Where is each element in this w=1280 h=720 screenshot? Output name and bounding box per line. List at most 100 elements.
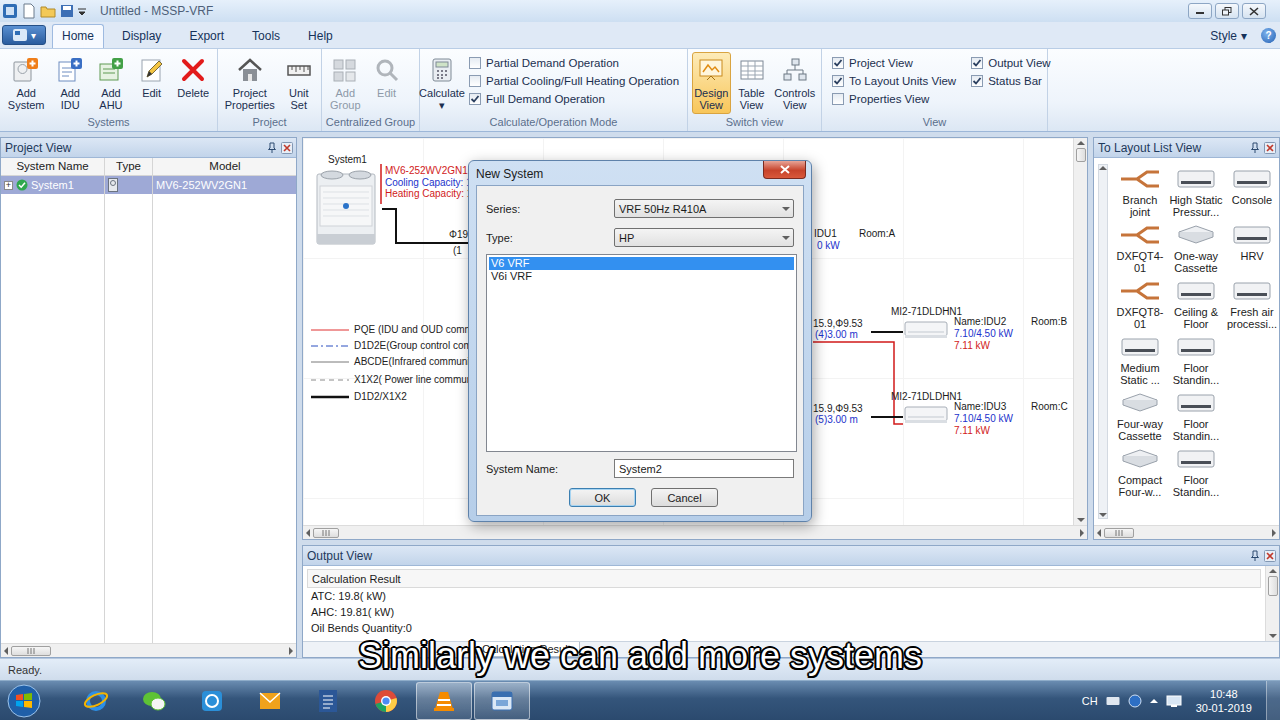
checkbox-box[interactable] [469, 57, 481, 69]
menu-tab[interactable]: Home [52, 24, 104, 48]
unit-item[interactable]: Floor Standin... [1168, 390, 1224, 446]
ribbon-button[interactable]: ControlsView [773, 52, 818, 114]
unit-item[interactable]: Ceiling & Floor [1168, 278, 1224, 334]
output-tab[interactable]: Calculation Result [473, 642, 580, 657]
unit-item[interactable]: Floor Standin... [1168, 446, 1224, 502]
clock[interactable]: 10:4830-01-2019 [1196, 687, 1252, 715]
checkbox-box[interactable] [971, 57, 983, 69]
checkbox-box[interactable] [832, 75, 844, 87]
start-button[interactable] [4, 682, 44, 720]
horizontal-scrollbar[interactable] [1094, 525, 1279, 539]
unit-item[interactable]: Floor Standin... [1168, 334, 1224, 390]
dialog-close-button[interactable] [763, 161, 806, 179]
ribbon-checkbox[interactable]: Partial Demand Operation [469, 57, 679, 69]
taskbar-app[interactable] [474, 682, 530, 720]
expand-toggle[interactable]: + [4, 181, 13, 190]
taskbar-app[interactable] [184, 682, 240, 720]
table-row[interactable]: +System1MV6-252WV2GN1 [1, 176, 296, 194]
series-list[interactable]: V6 VRFV6i VRF [486, 254, 797, 452]
ribbon-button[interactable]: TableView [734, 52, 770, 114]
close-panel-icon[interactable] [1264, 142, 1276, 154]
show-desktop-button[interactable] [1266, 681, 1280, 720]
ribbon-button[interactable]: ProjectProperties [222, 52, 278, 114]
unit-item[interactable]: DXFQT8-01 [1112, 278, 1168, 334]
ribbon-button[interactable]: Calculate▾ [424, 52, 460, 114]
scroll-thumb[interactable] [11, 646, 51, 656]
unit-item[interactable]: Console [1224, 166, 1279, 222]
indoor-unit[interactable] [904, 403, 948, 428]
menu-tab[interactable]: Tools [242, 24, 290, 48]
dialog-button[interactable]: Cancel [651, 488, 718, 507]
ribbon-checkbox[interactable]: To Layout Units View [832, 75, 956, 87]
vertical-scrollbar[interactable] [1073, 138, 1087, 525]
ribbon-button[interactable]: AddAHU [92, 52, 130, 114]
scroll-thumb[interactable] [1268, 576, 1278, 596]
language-indicator[interactable]: CH [1082, 695, 1098, 707]
ribbon-checkbox[interactable]: Project View [832, 57, 956, 69]
ribbon-checkbox[interactable]: Full Demand Operation [469, 93, 679, 105]
ribbon-checkbox[interactable]: Partial Cooling/Full Heating Operation [469, 75, 679, 87]
list-scrollbar[interactable] [1098, 164, 1108, 519]
unit-item[interactable]: High Static Pressur... [1168, 166, 1224, 222]
outdoor-unit[interactable] [315, 166, 377, 249]
checkbox-box[interactable] [469, 93, 481, 105]
taskbar-app[interactable] [126, 682, 182, 720]
horizontal-scrollbar[interactable] [1, 643, 296, 657]
checkbox-box[interactable] [469, 75, 481, 87]
system-name-input[interactable]: System2 [614, 459, 794, 478]
checkbox-box[interactable] [832, 57, 844, 69]
column-header[interactable]: System Name [1, 158, 105, 175]
ribbon-button[interactable]: Delete [174, 52, 214, 102]
scroll-thumb[interactable] [1076, 148, 1086, 162]
minimize-button[interactable] [1188, 3, 1212, 19]
dialog-button[interactable]: OK [569, 488, 636, 507]
series-select[interactable]: VRF 50Hz R410A [614, 199, 794, 218]
ribbon-button[interactable]: UnitSet [281, 52, 317, 114]
horizontal-scrollbar[interactable] [303, 525, 1087, 539]
close-panel-icon[interactable] [281, 142, 293, 154]
title-bar[interactable]: Untitled - MSSP-VRF [0, 0, 1280, 22]
help-button[interactable]: ? [1261, 28, 1276, 43]
taskbar-app[interactable] [68, 682, 124, 720]
taskbar-app[interactable] [416, 682, 472, 720]
close-panel-icon[interactable] [1264, 550, 1276, 562]
menu-tab[interactable]: Display [112, 24, 171, 48]
vertical-scrollbar[interactable] [1265, 566, 1279, 641]
checkbox-box[interactable] [832, 93, 844, 105]
unit-item[interactable]: HRV [1224, 222, 1279, 278]
indoor-unit[interactable] [904, 318, 948, 343]
ribbon-button[interactable]: AddGroup [326, 52, 365, 114]
unit-item[interactable]: Four-way Cassette [1112, 390, 1168, 446]
ribbon-button[interactable]: AddSystem [4, 52, 48, 114]
column-header[interactable]: Model [153, 158, 297, 175]
taskbar-app[interactable] [358, 682, 414, 720]
application-menu-button[interactable]: ▾ [2, 25, 46, 45]
ribbon-checkbox[interactable]: Output View [971, 57, 1050, 69]
dialog-title-bar[interactable]: New System [476, 161, 804, 185]
ribbon-button[interactable]: Edit [133, 52, 171, 102]
menu-tab[interactable]: Help [298, 24, 343, 48]
list-option[interactable]: V6 VRF [489, 257, 794, 270]
restore-button[interactable] [1215, 3, 1239, 19]
taskbar-app[interactable] [300, 682, 356, 720]
ribbon-checkbox[interactable]: Status Bar [971, 75, 1050, 87]
unit-item[interactable]: Fresh air processi... [1224, 278, 1279, 334]
ribbon-button[interactable]: DesignView [692, 52, 731, 114]
close-button[interactable] [1242, 3, 1266, 19]
unit-item[interactable]: One-way Cassette [1168, 222, 1224, 278]
ribbon-button[interactable]: Edit [368, 52, 406, 102]
unit-item[interactable]: Compact Four-w... [1112, 446, 1168, 502]
scroll-thumb[interactable] [313, 528, 339, 538]
type-select[interactable]: HP [614, 228, 794, 247]
unit-item[interactable]: Branch joint [1112, 166, 1168, 222]
style-menu[interactable]: Style▾ [1210, 29, 1247, 43]
list-option[interactable]: V6i VRF [489, 270, 794, 283]
ribbon-checkbox[interactable]: Properties View [832, 93, 956, 105]
column-header[interactable]: Type [105, 158, 153, 175]
ribbon-button[interactable]: AddIDU [51, 52, 89, 114]
unit-item[interactable]: Medium Static ... [1112, 334, 1168, 390]
taskbar-app[interactable] [242, 682, 298, 720]
checkbox-box[interactable] [971, 75, 983, 87]
menu-tab[interactable]: Export [179, 24, 234, 48]
unit-item[interactable]: DXFQT4-01 [1112, 222, 1168, 278]
